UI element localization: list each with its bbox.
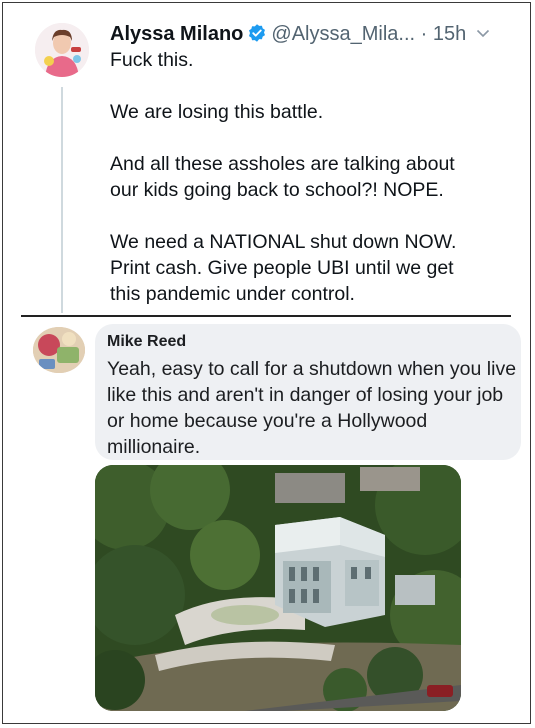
tweet-display-name[interactable]: Alyssa Milano (110, 23, 243, 45)
comment-bubble: Mike Reed Yeah, easy to call for a shutd… (95, 324, 521, 460)
comment-author-name[interactable]: Mike Reed (107, 332, 509, 352)
tweet-header: Alyssa Milano @Alyssa_Mila... · 15h (110, 19, 490, 50)
comment-author-avatar[interactable] (33, 327, 85, 373)
comment-text: Yeah, easy to call for a shutdown when y… (107, 358, 517, 458)
divider (21, 315, 511, 317)
tweet-paragraph: We need a NATIONAL shut down NOW. Print … (110, 231, 457, 305)
screenshot-frame: Alyssa Milano @Alyssa_Mila... · 15h Fuck … (2, 2, 531, 724)
tweet-author-avatar[interactable] (35, 23, 89, 77)
thread-line (61, 87, 63, 313)
mansion-aerial-photo[interactable] (95, 465, 461, 711)
tweet-separator: · (420, 23, 428, 45)
tweet-time[interactable]: 15h (433, 23, 466, 45)
tweet-paragraph: And all these assholes are talking about… (110, 153, 455, 201)
tweet-handle[interactable]: @Alyssa_Mila... (271, 23, 415, 45)
tweet: Alyssa Milano @Alyssa_Mila... · 15h Fuck … (3, 3, 530, 315)
tweet-paragraph: Fuck this. (110, 49, 194, 71)
verified-badge-icon (247, 23, 267, 50)
chevron-down-icon[interactable] (476, 19, 490, 45)
tweet-paragraph: We are losing this battle. (110, 101, 324, 123)
tweet-text: Fuck this. We are losing this battle. An… (110, 47, 510, 307)
